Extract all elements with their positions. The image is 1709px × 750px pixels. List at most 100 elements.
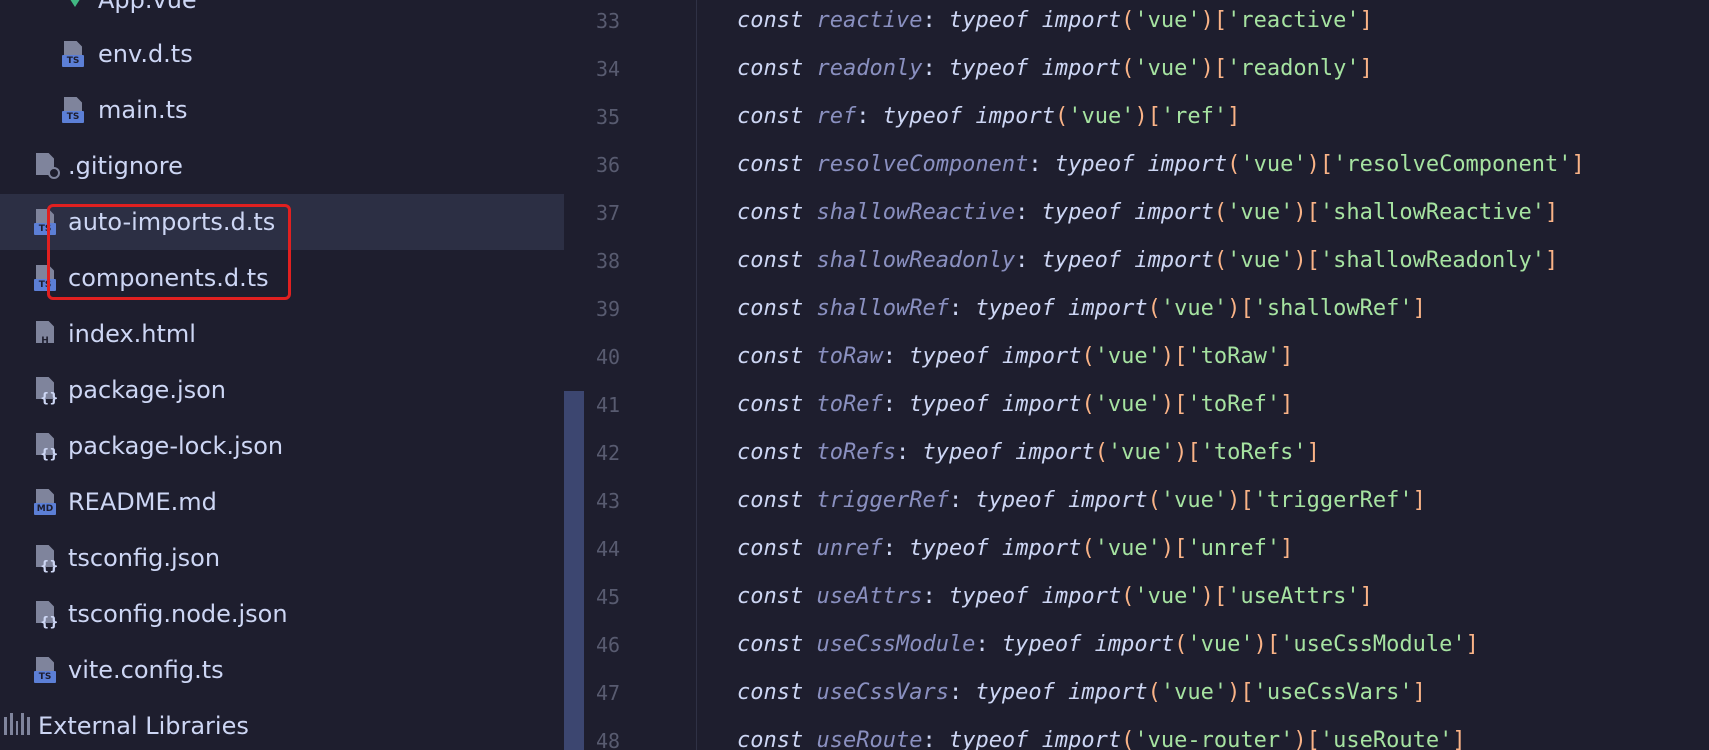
- paren-close: ): [1293, 728, 1307, 750]
- code-line[interactable]: 46 const useCssModule: typeof import('vue…: [584, 624, 1709, 672]
- key-string: 'shallowReadonly': [1319, 248, 1546, 273]
- key-string: 'useCssModule': [1280, 632, 1466, 657]
- code-line[interactable]: 42 const toRefs: typeof import('vue')['to…: [584, 432, 1709, 480]
- keyword-import: import: [1041, 584, 1122, 609]
- code-line[interactable]: 35 const ref: typeof import('vue')['ref']: [584, 96, 1709, 144]
- keyword-const: const: [737, 440, 804, 465]
- line-number: 47: [596, 681, 621, 705]
- code-line[interactable]: 34 const readonly: typeof import('vue')['…: [584, 48, 1709, 96]
- tree-item-tsconfig-json[interactable]: {} tsconfig.json: [0, 530, 564, 586]
- ide-window: App.vue TS env.d.ts TS main.ts .gitignore TS au…: [0, 0, 1709, 750]
- keyword-import: import: [1134, 248, 1214, 273]
- code-text: const useRoute: typeof import('vue-route…: [737, 720, 1466, 750]
- code-text: const reactive: typeof import('vue')['re…: [737, 0, 1373, 42]
- typescript-file-icon: TS: [34, 657, 60, 683]
- module-string: 'vue': [1240, 152, 1307, 177]
- tree-item-env-d-ts[interactable]: TS env.d.ts: [0, 26, 564, 82]
- tree-item-package-lock-json[interactable]: {} package-lock.json: [0, 418, 564, 474]
- code-line[interactable]: 40 const toRaw: typeof import('vue')['toR…: [584, 336, 1709, 384]
- line-number: 38: [596, 249, 621, 273]
- code-line[interactable]: 47 const useCssVars: typeof import('vue')…: [584, 672, 1709, 720]
- code-line[interactable]: 37 const shallowReactive: typeof import('…: [584, 192, 1709, 240]
- paren-open: (: [1121, 56, 1135, 81]
- tree-item-label: package-lock.json: [68, 432, 284, 460]
- bracket-close: ]: [1306, 440, 1320, 465]
- tree-item-label: README.md: [68, 488, 217, 516]
- line-number: 42: [596, 441, 621, 465]
- code-line[interactable]: 38 const shallowReadonly: typeof import('…: [584, 240, 1709, 288]
- colon: :: [975, 632, 1002, 657]
- tree-item-readme-md[interactable]: MD README.md: [0, 474, 564, 530]
- code-text: const shallowReadonly: typeof import('vu…: [737, 240, 1558, 282]
- colon: :: [1015, 248, 1042, 273]
- colon: :: [1015, 200, 1042, 225]
- paren-open: (: [1094, 440, 1108, 465]
- paren-close: ): [1200, 8, 1214, 33]
- keyword-const: const: [737, 8, 804, 33]
- project-tree[interactable]: App.vue TS env.d.ts TS main.ts .gitignore TS au…: [0, 0, 584, 750]
- key-string: 'useRoute': [1319, 728, 1453, 750]
- keyword-typeof: typeof: [882, 104, 963, 129]
- module-string: 'vue': [1227, 248, 1294, 273]
- code-editor[interactable]: 33 const reactive: typeof import('vue')['…: [584, 0, 1709, 750]
- keyword-import: import: [1015, 440, 1095, 465]
- libraries-icon: [4, 713, 30, 739]
- bracket-close: ]: [1452, 728, 1466, 750]
- tree-item-index-html[interactable]: Hindex.html: [0, 306, 564, 362]
- line-number: 35: [596, 105, 621, 129]
- identifier: triggerRef: [816, 488, 949, 513]
- line-number: 41: [596, 393, 621, 417]
- html-file-icon: H: [34, 321, 60, 347]
- code-text: const shallowRef: typeof import('vue')['…: [737, 288, 1426, 330]
- bracket-open: [: [1213, 8, 1228, 33]
- tree-item-tsconfig-node-json[interactable]: {} tsconfig.node.json: [0, 586, 564, 642]
- keyword-import: import: [1001, 536, 1082, 561]
- keyword-import: import: [1001, 344, 1082, 369]
- code-text: const ref: typeof import('vue')['ref']: [737, 96, 1240, 138]
- code-line[interactable]: 33 const reactive: typeof import('vue')['…: [584, 0, 1709, 48]
- module-string: 'vue': [1094, 392, 1161, 417]
- tree-item-external-libraries[interactable]: External Libraries: [0, 698, 564, 750]
- code-line[interactable]: 44 const unref: typeof import('vue')['unr…: [584, 528, 1709, 576]
- code-line[interactable]: 45 const useAttrs: typeof import('vue')['…: [584, 576, 1709, 624]
- bracket-open: [: [1319, 152, 1334, 177]
- bracket-open: [: [1187, 440, 1201, 465]
- identifier: toRef: [816, 392, 883, 417]
- paren-open: (: [1081, 344, 1095, 369]
- code-line[interactable]: 43 const triggerRef: typeof import('vue')…: [584, 480, 1709, 528]
- keyword-import: import: [1068, 296, 1148, 321]
- line-number: 39: [596, 297, 621, 321]
- bracket-open: [: [1240, 296, 1254, 321]
- key-string: 'toRef': [1187, 392, 1281, 417]
- bracket-close: ]: [1359, 584, 1373, 609]
- tree-item-package-json[interactable]: {} package.json: [0, 362, 564, 418]
- colon: :: [922, 56, 949, 81]
- bracket-open: [: [1240, 680, 1254, 705]
- tree-item-app-vue[interactable]: App.vue: [0, 0, 564, 28]
- tree-item-main-ts[interactable]: TS main.ts: [0, 82, 564, 138]
- project-tree-scrollbar[interactable]: [564, 391, 584, 750]
- paren-open: (: [1213, 200, 1228, 225]
- bracket-open: [: [1174, 536, 1188, 561]
- keyword-import: import: [1094, 632, 1175, 657]
- code-line[interactable]: 41 const toRef: typeof import('vue')['toR…: [584, 384, 1709, 432]
- tree-item-gitignore[interactable]: .gitignore: [0, 138, 564, 194]
- code-line[interactable]: 36 const resolveComponent: typeof import(…: [584, 144, 1709, 192]
- code-line[interactable]: 39 const shallowRef: typeof import('vue')…: [584, 288, 1709, 336]
- colon: :: [948, 488, 976, 513]
- identifier: useAttrs: [816, 584, 923, 609]
- tree-item-vite-config-ts[interactable]: TS vite.config.ts: [0, 642, 564, 698]
- colon: :: [895, 440, 923, 465]
- code-line[interactable]: 48 const useRoute: typeof import('vue-rou…: [584, 720, 1709, 750]
